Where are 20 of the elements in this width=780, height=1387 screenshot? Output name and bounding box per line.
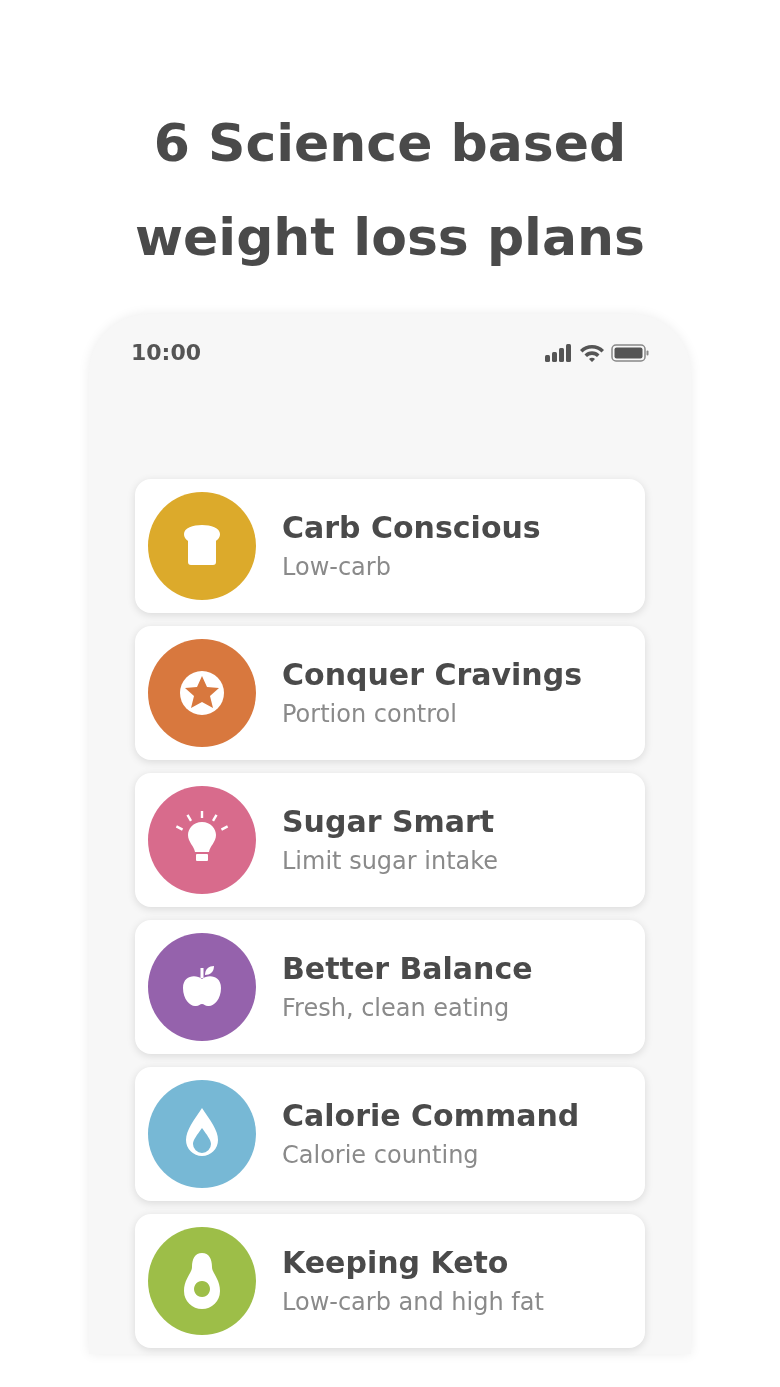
plan-subtitle: Limit sugar intake: [282, 846, 499, 877]
plan-title: Conquer Cravings: [282, 656, 582, 694]
plan-title: Carb Conscious: [282, 509, 541, 547]
status-time: 10:00: [131, 339, 202, 367]
plan-title: Keeping Keto: [282, 1244, 510, 1282]
plan-subtitle: Calorie counting: [282, 1140, 480, 1171]
plan-card[interactable]: Sugar Smart Limit sugar intake: [135, 773, 645, 907]
plan-card[interactable]: Keeping Keto Low-carb and high fat: [135, 1214, 645, 1348]
plan-card[interactable]: Better Balance Fresh, clean eating: [135, 920, 645, 1054]
plan-subtitle: Portion control: [282, 699, 458, 730]
plan-title: Calorie Command: [282, 1097, 580, 1135]
plan-subtitle: Low-carb and high fat: [282, 1287, 544, 1318]
headline: 6 Science based weight loss plans: [134, 112, 646, 269]
plan-title: Sugar Smart: [282, 803, 496, 841]
plan-card[interactable]: Carb Conscious Low-carb: [135, 479, 645, 613]
plan-card[interactable]: Calorie Command Calorie counting: [135, 1067, 645, 1201]
plan-title: Better Balance: [282, 950, 533, 988]
plan-subtitle: Fresh, clean eating: [282, 993, 511, 1024]
plan-subtitle: Low-carb: [282, 552, 392, 583]
plan-card[interactable]: Conquer Cravings Portion control: [135, 626, 645, 760]
